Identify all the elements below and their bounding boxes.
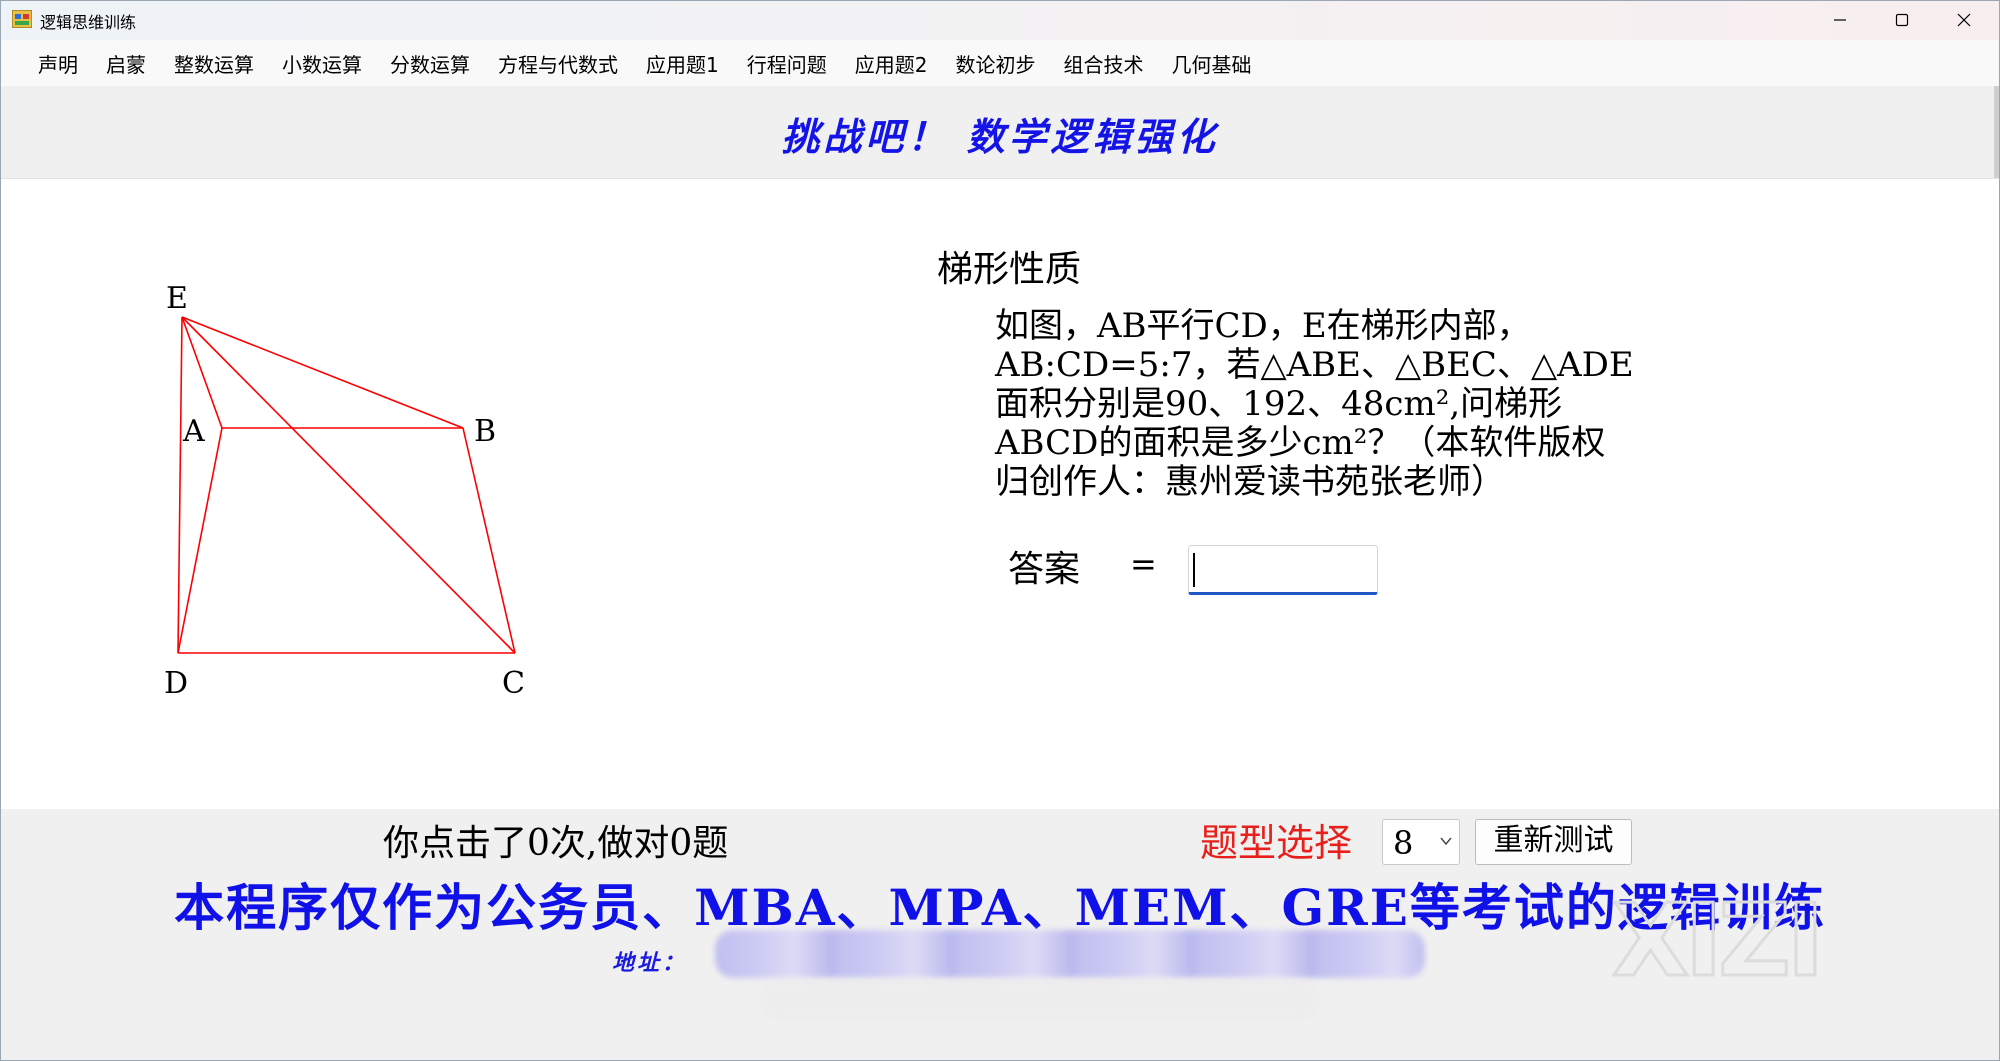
app-icon — [12, 10, 32, 28]
redacted-address — [715, 930, 1425, 978]
menu-item-word-problems-1[interactable]: 应用题1 — [632, 49, 733, 78]
window-title: 逻辑思维训练 — [40, 13, 137, 32]
label-c: C — [502, 666, 525, 701]
xizi-watermark: XIZI — [1612, 881, 1826, 991]
menu-item-decimal-ops[interactable]: 小数运算 — [268, 49, 376, 78]
menu-bar: 声明 启蒙 整数运算 小数运算 分数运算 方程与代数式 应用题1 行程问题 应用… — [0, 40, 2000, 86]
trapezoid-diagram: E A B D C — [164, 281, 525, 701]
segment-bc — [462, 427, 516, 654]
header-banner: 挑战吧！ 数学逻辑强化 — [0, 86, 2000, 179]
close-icon — [1957, 13, 1971, 27]
chevron-down-icon — [1440, 837, 1452, 846]
menu-item-number-theory[interactable]: 数论初步 — [941, 49, 1049, 78]
menu-item-geometry-basics[interactable]: 几何基础 — [1157, 49, 1265, 78]
problem-title: 梯形性质 — [937, 249, 1082, 290]
menu-item-equations[interactable]: 方程与代数式 — [484, 49, 632, 78]
menu-item-fraction-ops[interactable]: 分数运算 — [376, 49, 484, 78]
type-select[interactable]: 8 — [1382, 819, 1460, 865]
close-button[interactable] — [1934, 0, 1994, 40]
equals-sign: = — [1130, 545, 1157, 583]
maximize-button[interactable] — [1872, 0, 1932, 40]
click-status: 你点击了0次,做对0题 — [383, 823, 729, 864]
segment-eb — [181, 316, 464, 429]
retest-button[interactable]: 重新测试 — [1475, 819, 1632, 865]
label-e: E — [166, 281, 188, 316]
segment-ea — [181, 316, 223, 429]
answer-input[interactable] — [1188, 545, 1378, 595]
menu-item-combinatorics[interactable]: 组合技术 — [1049, 49, 1157, 78]
label-b: B — [474, 414, 496, 449]
label-d: D — [164, 666, 188, 701]
edge-divider — [1994, 86, 2000, 178]
label-a: A — [182, 414, 205, 449]
banner-title: 挑战吧！ 数学逻辑强化 — [781, 115, 1219, 159]
type-select-label: 题型选择 — [1200, 821, 1353, 865]
maximize-icon — [1895, 13, 1909, 27]
menu-item-integer-ops[interactable]: 整数运算 — [160, 49, 268, 78]
redacted-shadow — [760, 980, 1320, 1020]
menu-item-travel-problems[interactable]: 行程问题 — [733, 49, 841, 78]
watermark-text: XIZI — [1612, 882, 1820, 990]
menu-item-enlightenment[interactable]: 启蒙 — [92, 49, 160, 78]
type-select-value: 8 — [1393, 824, 1414, 862]
title-bar: 逻辑思维训练 — [0, 0, 2000, 40]
answer-label: 答案 — [1008, 549, 1081, 590]
minimize-button[interactable] — [1810, 0, 1870, 40]
minimize-icon — [1834, 19, 1846, 21]
text-caret — [1193, 553, 1195, 587]
problem-text: 如图，AB平行CD，E在梯形内部，AB:CD=5:7，若△ABE、△BEC、△A… — [995, 306, 1634, 502]
menu-item-declaration[interactable]: 声明 — [24, 49, 92, 78]
segment-ec — [181, 316, 516, 654]
menu-item-word-problems-2[interactable]: 应用题2 — [841, 49, 942, 78]
segment-ad — [177, 427, 223, 654]
address-label: 地址： — [612, 951, 688, 976]
segment-ed — [177, 316, 183, 654]
